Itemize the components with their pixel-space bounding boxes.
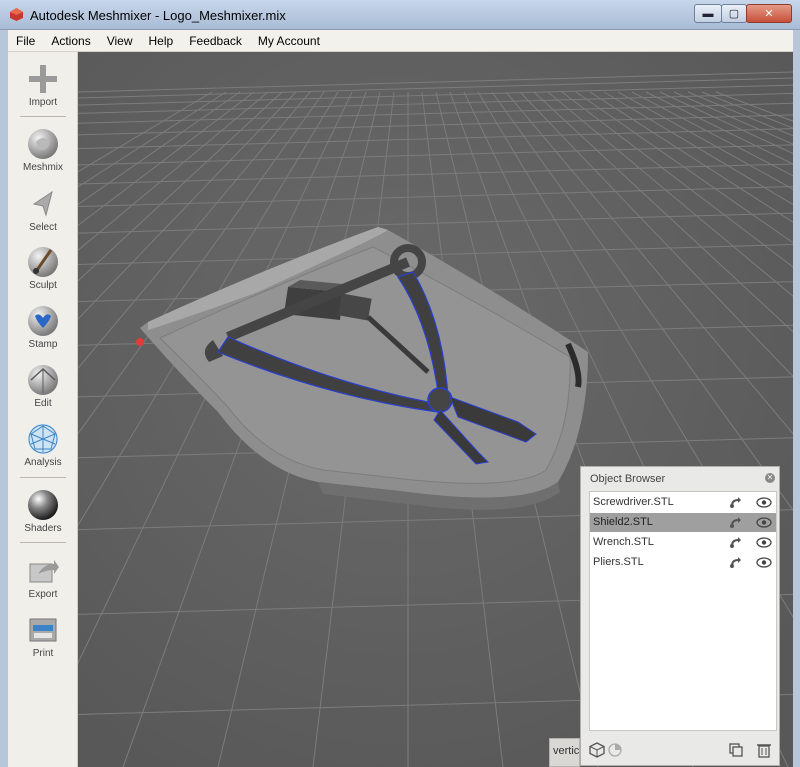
object-browser-header: Object Browser ✕ — [581, 467, 779, 491]
title-bar: Autodesk Meshmixer - Logo_Meshmixer.mix … — [0, 0, 800, 30]
meshmix-label: Meshmix — [22, 162, 63, 173]
transform-icon[interactable] — [728, 556, 742, 569]
analysis-tool-button[interactable]: Analysis — [8, 422, 78, 468]
object-row-selected[interactable]: Shield2.STL — [590, 513, 776, 532]
export-label: Export — [28, 589, 58, 600]
transform-icon[interactable] — [728, 536, 742, 549]
pivot-marker[interactable] — [136, 338, 144, 346]
object-name: Wrench.STL — [593, 536, 654, 548]
object-name: Screwdriver.STL — [593, 496, 674, 508]
stamp-tool-button[interactable]: Stamp — [8, 304, 78, 350]
menu-actions[interactable]: Actions — [43, 30, 98, 52]
brush-sphere-icon — [26, 245, 60, 279]
chrome-sphere-icon — [26, 488, 60, 522]
object-name: Shield2.STL — [593, 516, 653, 528]
export-tool-button[interactable]: Export — [8, 554, 78, 600]
menu-bar: File Actions View Help Feedback My Accou… — [8, 30, 793, 52]
object-browser-footer — [581, 737, 779, 765]
eye-icon[interactable] — [756, 497, 772, 508]
toolbar-divider — [20, 477, 66, 478]
select-tool-button[interactable]: Select — [8, 187, 78, 233]
plus-icon — [26, 62, 60, 96]
menu-view[interactable]: View — [99, 30, 141, 52]
transform-icon[interactable] — [728, 516, 742, 529]
maximize-icon: ▢ — [728, 8, 740, 20]
object-row[interactable]: Pliers.STL — [590, 553, 776, 572]
sculpt-tool-button[interactable]: Sculpt — [8, 245, 78, 291]
analysis-label: Analysis — [24, 457, 62, 468]
menu-help[interactable]: Help — [141, 30, 182, 52]
sculpt-label: Sculpt — [29, 280, 57, 291]
bottom-tab-label: vertic — [553, 745, 580, 757]
window-title: Autodesk Meshmixer - Logo_Meshmixer.mix — [30, 8, 286, 23]
arrow-cursor-icon — [26, 187, 60, 221]
bunny-sphere-icon — [26, 127, 60, 161]
window-frame-right — [793, 30, 800, 767]
object-name: Pliers.STL — [593, 556, 644, 568]
toolbar-divider — [20, 116, 66, 117]
eye-icon[interactable] — [756, 517, 772, 528]
minimize-icon: ▬ — [702, 7, 714, 20]
stamp-sphere-icon — [26, 304, 60, 338]
printer-icon — [26, 613, 60, 647]
cube-icon[interactable] — [589, 742, 605, 758]
menu-feedback[interactable]: Feedback — [181, 30, 250, 52]
maximize-button[interactable]: ▢ — [721, 4, 747, 23]
menu-my-account[interactable]: My Account — [250, 30, 328, 52]
import-label: Import — [28, 97, 58, 108]
window-frame-left — [0, 30, 8, 767]
meshmixer-logo-icon — [10, 8, 23, 21]
tool-sidebar: Import Meshmix Select Sculpt Stamp Edit — [8, 52, 78, 767]
object-row[interactable]: Wrench.STL — [590, 533, 776, 552]
close-icon[interactable]: ✕ — [765, 473, 775, 483]
print-tool-button[interactable]: Print — [8, 613, 78, 659]
toolbar-divider — [20, 542, 66, 543]
edit-label: Edit — [34, 398, 52, 409]
object-list: Screwdriver.STL Shield2.STL Wrench.STL P… — [589, 491, 777, 731]
duplicate-icon[interactable] — [728, 742, 744, 758]
analysis-sphere-icon — [26, 422, 60, 456]
stamp-label: Stamp — [28, 339, 58, 350]
bottom-panel-tab[interactable]: vertic — [549, 738, 580, 767]
close-button[interactable]: ✕ — [746, 4, 792, 23]
select-label: Select — [29, 222, 57, 233]
pie-icon[interactable] — [607, 742, 623, 758]
trash-icon[interactable] — [756, 742, 772, 758]
export-icon — [26, 554, 60, 588]
minimize-button[interactable]: ▬ — [694, 4, 722, 23]
object-row[interactable]: Screwdriver.STL — [590, 493, 776, 512]
import-tool-button[interactable]: Import — [8, 62, 78, 108]
transform-icon[interactable] — [728, 496, 742, 509]
close-icon: ✕ — [764, 8, 774, 20]
eye-icon[interactable] — [756, 557, 772, 568]
meshmix-tool-button[interactable]: Meshmix — [8, 127, 78, 173]
shaders-tool-button[interactable]: Shaders — [8, 488, 78, 534]
edit-tool-button[interactable]: Edit — [8, 363, 78, 409]
shaders-label: Shaders — [24, 523, 62, 534]
edit-sphere-icon — [26, 363, 60, 397]
menu-file[interactable]: File — [8, 30, 43, 52]
object-browser-title: Object Browser — [590, 473, 666, 485]
object-browser-panel: Object Browser ✕ Screwdriver.STL Shield2… — [580, 466, 780, 766]
print-label: Print — [32, 648, 54, 659]
eye-icon[interactable] — [756, 537, 772, 548]
